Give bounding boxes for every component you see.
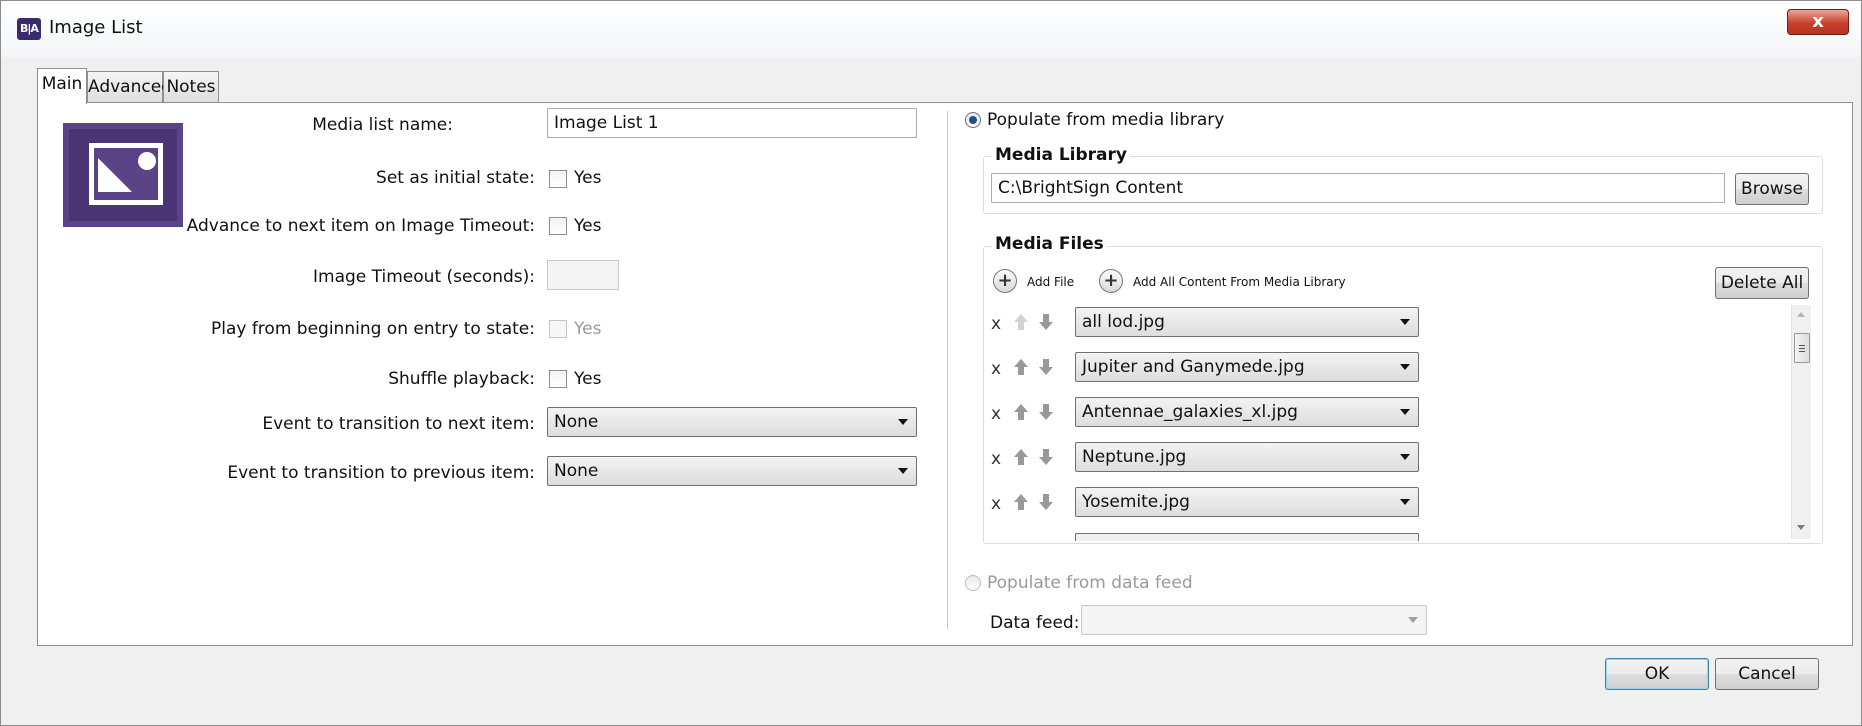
ok-button[interactable]: OK [1605, 658, 1709, 690]
grip-line [1799, 345, 1805, 346]
scroll-thumb[interactable] [1794, 333, 1810, 363]
title-bar: B|A Image List x [1, 1, 1861, 57]
image-timeout-input[interactable] [547, 260, 619, 290]
next-event-label: Event to transition to next item: [262, 414, 535, 434]
add-file-plus-icon[interactable]: + [993, 269, 1017, 293]
play-from-beginning-checkbox[interactable] [549, 320, 567, 338]
populate-library-label: Populate from media library [987, 110, 1225, 130]
image-list-dialog: B|A Image List x Main Advanced Notes Med… [0, 0, 1862, 726]
media-library-title: Media Library [992, 145, 1130, 165]
populate-feed-radio[interactable] [965, 575, 981, 591]
prev-event-select[interactable]: None [547, 456, 917, 486]
advance-on-timeout-label: Advance to next item on Image Timeout: [186, 216, 535, 236]
plus-badge [138, 152, 156, 170]
data-feed-label: Data feed: [990, 613, 1080, 633]
chevron-down-icon [898, 468, 908, 474]
image-list-icon [63, 123, 183, 227]
grip-line [1799, 351, 1805, 352]
add-file-link[interactable]: Add File [1027, 275, 1074, 289]
populate-feed-label: Populate from data feed [987, 573, 1193, 593]
mountain-shape [98, 158, 132, 192]
add-all-plus-icon[interactable]: + [1099, 269, 1123, 293]
scroll-down-icon[interactable] [1797, 525, 1805, 530]
tab-advanced[interactable]: Advanced [87, 71, 172, 103]
play-from-beginning-label: Play from beginning on entry to state: [210, 319, 535, 339]
chevron-down-icon [898, 419, 908, 425]
media-list-name-input[interactable]: Image List 1 [547, 108, 917, 138]
media-files-title: Media Files [992, 234, 1107, 254]
next-event-value: None [554, 412, 599, 432]
add-all-link[interactable]: Add All Content From Media Library [1133, 275, 1346, 289]
advance-on-timeout-yes-label: Yes [574, 216, 602, 236]
prev-event-value: None [554, 461, 599, 481]
shuffle-playback-checkbox[interactable] [549, 370, 567, 388]
grip-line [1799, 348, 1805, 349]
data-feed-select[interactable] [1081, 605, 1427, 635]
shuffle-playback-yes-label: Yes [574, 369, 602, 389]
play-from-beginning-yes-label: Yes [574, 319, 602, 339]
file-select-partial[interactable] [1075, 533, 1419, 541]
next-event-select[interactable]: None [547, 407, 917, 437]
app-icon: B|A [17, 18, 41, 40]
initial-state-yes-label: Yes [574, 168, 602, 188]
initial-state-checkbox[interactable] [549, 170, 567, 188]
media-list-name-label: Media list name: [312, 115, 453, 135]
column-divider [947, 111, 948, 629]
media-library-path-input[interactable]: C:\BrightSign Content [991, 173, 1725, 203]
populate-library-radio[interactable] [965, 112, 981, 128]
advance-on-timeout-checkbox[interactable] [549, 217, 567, 235]
prev-event-label: Event to transition to previous item: [227, 463, 535, 483]
close-button[interactable]: x [1787, 9, 1849, 35]
file-list-viewport [983, 303, 1423, 541]
browse-button[interactable]: Browse [1735, 173, 1809, 205]
file-list-scrollbar[interactable] [1791, 305, 1811, 539]
scroll-up-icon[interactable] [1797, 312, 1805, 317]
window-title: Image List [49, 17, 143, 38]
shuffle-playback-label: Shuffle playback: [388, 369, 535, 389]
cancel-button[interactable]: Cancel [1715, 658, 1819, 690]
chevron-down-icon [1408, 617, 1418, 623]
tab-notes[interactable]: Notes [163, 71, 219, 103]
initial-state-label: Set as initial state: [376, 168, 535, 188]
delete-all-button[interactable]: Delete All [1715, 267, 1809, 299]
picture-frame [89, 143, 163, 205]
tab-main[interactable]: Main [37, 68, 87, 104]
image-timeout-label: Image Timeout (seconds): [313, 267, 535, 287]
